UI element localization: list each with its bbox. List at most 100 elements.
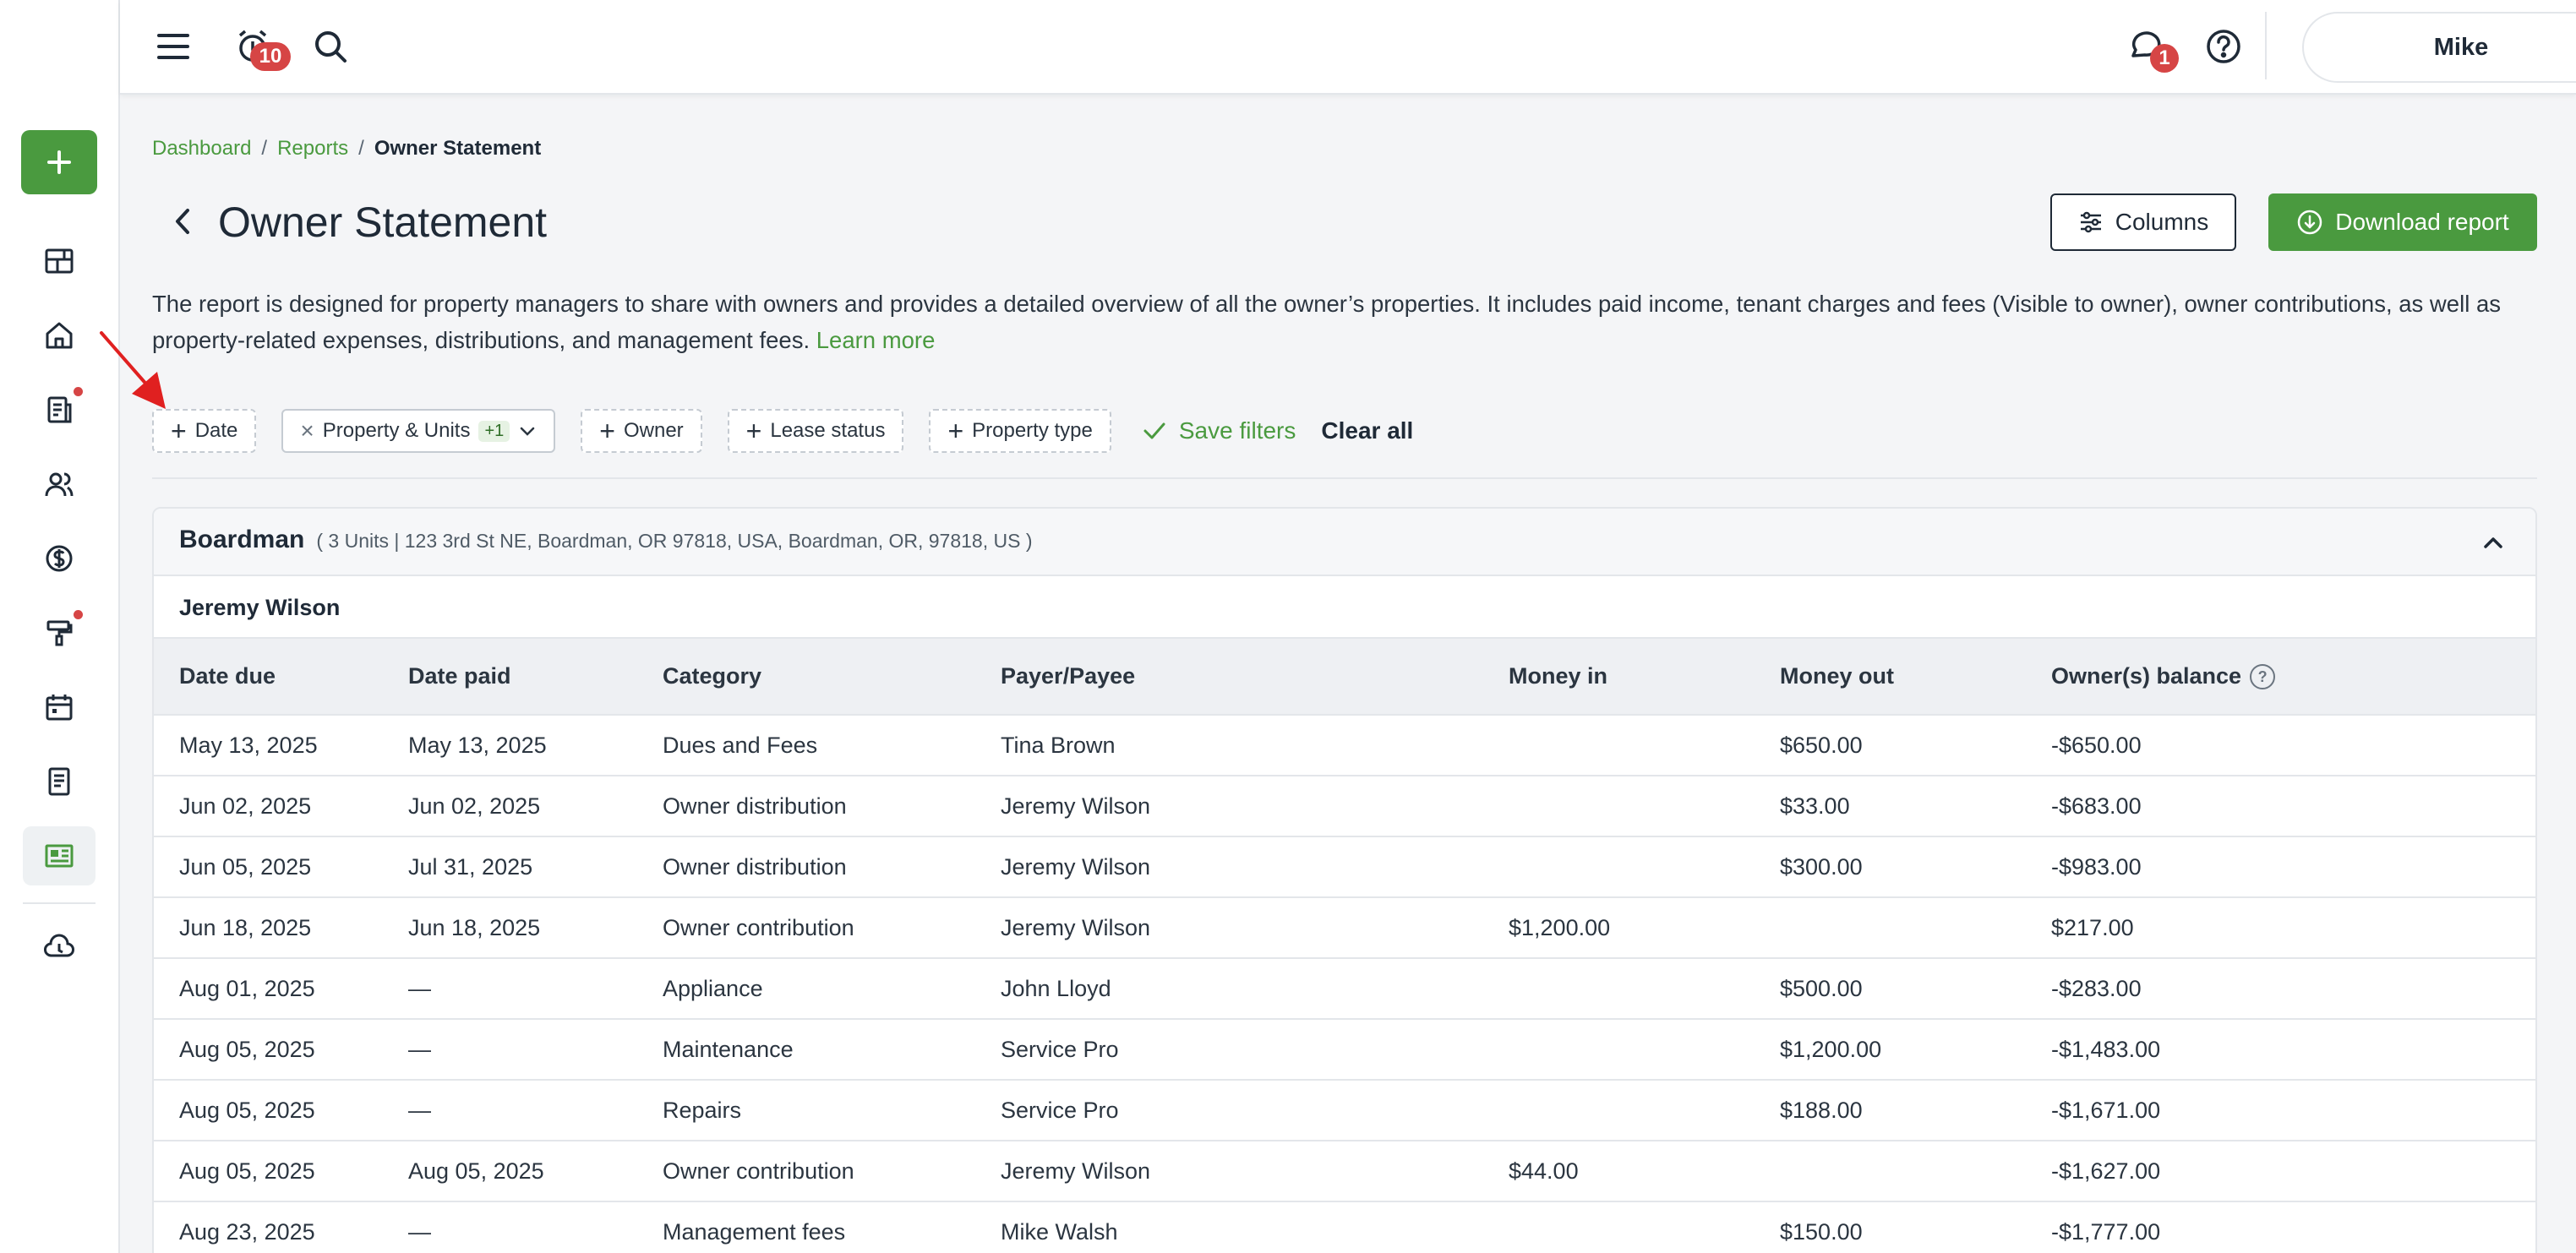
table-cell: -$650.00 [2026, 715, 2535, 776]
filter-property-type[interactable]: + Property type [929, 409, 1111, 453]
close-icon[interactable]: × [300, 417, 314, 444]
table-cell: $1,200.00 [1755, 1019, 2026, 1081]
add-button[interactable] [21, 130, 97, 194]
table-row[interactable]: Aug 05, 2025 Aug 05, 2025 Owner contributi… [154, 1141, 2535, 1202]
property-header[interactable]: Boardman ( 3 Units | 123 3rd St NE, Board… [154, 509, 2535, 576]
sidebar-item-reports[interactable] [23, 826, 96, 885]
sidebar [0, 0, 120, 1253]
filter-lease-status[interactable]: + Lease status [727, 409, 904, 453]
table-cell [1483, 1080, 1755, 1141]
table-cell: Jun 18, 2025 [154, 897, 383, 959]
download-report-button[interactable]: Download report [2268, 193, 2537, 251]
save-filters-button[interactable]: Save filters [1142, 417, 1296, 444]
table-row[interactable]: Jun 05, 2025 Jul 31, 2025 Owner distributi… [154, 836, 2535, 898]
sidebar-item-dashboard[interactable] [23, 232, 96, 291]
column-header[interactable]: Money out [1755, 639, 2026, 716]
property-card: Boardman ( 3 Units | 123 3rd St NE, Board… [152, 507, 2537, 1253]
sidebar-item-people[interactable] [23, 455, 96, 514]
property-title: Boardman ( 3 Units | 123 3rd St NE, Board… [179, 526, 1033, 554]
chevron-down-icon [521, 427, 535, 436]
column-header[interactable]: Date due [154, 639, 383, 716]
column-header[interactable]: Date paid [383, 639, 637, 716]
table-cell: $300.00 [1755, 836, 2026, 898]
menu-button[interactable] [152, 25, 194, 68]
property-name: Boardman [179, 526, 305, 553]
sidebar-item-maintenance[interactable] [23, 603, 96, 662]
filter-property-units[interactable]: × Property & Units +1 [281, 409, 556, 453]
sidebar-item-properties[interactable] [23, 306, 96, 365]
table-cell: $1,200.00 [1483, 897, 1755, 959]
table-cell: Maintenance [637, 1019, 975, 1081]
help-icon[interactable]: ? [2250, 664, 2276, 690]
column-header[interactable]: Category [637, 639, 975, 716]
table-row[interactable]: May 13, 2025 May 13, 2025 Dues and Fees Tin… [154, 715, 2535, 776]
table-cell: Mike Walsh [975, 1201, 1483, 1253]
table-cell: Appliance [637, 958, 975, 1020]
plus-icon: + [171, 416, 187, 446]
help-button[interactable] [2201, 24, 2246, 69]
table-cell: Aug 23, 2025 [154, 1201, 383, 1253]
table-cell: Jeremy Wilson [975, 836, 1483, 898]
back-button[interactable] [166, 203, 199, 240]
notification-dot [74, 610, 83, 619]
cloud-icon [44, 934, 74, 957]
table-cell: Aug 01, 2025 [154, 958, 383, 1020]
columns-label: Columns [2115, 209, 2209, 235]
table-row[interactable]: Aug 01, 2025— Appliance John Lloyd $500.00-… [154, 958, 2535, 1020]
table-cell: Jeremy Wilson [975, 897, 1483, 959]
breadcrumb: Dashboard / Reports / Owner Statement [152, 137, 541, 161]
table-cell: $150.00 [1755, 1201, 2026, 1253]
sidebar-item-calendar[interactable] [23, 678, 96, 737]
table-cell: Aug 05, 2025 [383, 1141, 637, 1202]
alerts-button[interactable]: 10 [230, 24, 291, 71]
breadcrumb-reports[interactable]: Reports [277, 137, 348, 161]
table-cell: -$983.00 [2026, 836, 2535, 898]
user-menu[interactable]: Mike [2302, 12, 2576, 83]
table-cell: Jun 02, 2025 [383, 776, 637, 837]
table-row[interactable]: Jun 18, 2025 Jun 18, 2025 Owner contributi… [154, 897, 2535, 959]
table-row[interactable]: Aug 05, 2025— Maintenance Service Pro $1,20… [154, 1019, 2535, 1081]
hamburger-icon [157, 34, 189, 59]
table-cell: $500.00 [1755, 958, 2026, 1020]
columns-button[interactable]: Columns [2050, 193, 2236, 251]
search-button[interactable] [309, 25, 352, 68]
sidebar-item-accounting[interactable] [23, 529, 96, 588]
collapse-button[interactable] [2476, 526, 2510, 559]
table-cell [1483, 1201, 1755, 1253]
topbar-divider [2265, 12, 2267, 79]
table-row[interactable]: Aug 05, 2025— Repairs Service Pro $188.00 -$… [154, 1080, 2535, 1141]
column-header[interactable]: Money in [1483, 639, 1755, 716]
plus-icon: + [745, 416, 762, 446]
filter-lease-status-label: Lease status [770, 419, 886, 442]
statement-table: Date due Date paid Category Payer/Payee … [154, 639, 2535, 1253]
annotation-arrow-icon [100, 331, 166, 409]
search-icon [315, 31, 347, 63]
breadcrumb-separator: / [358, 137, 364, 160]
table-row[interactable]: Aug 23, 2025— Management fees Mike Walsh $1… [154, 1201, 2535, 1253]
property-meta: ( 3 Units | 123 3rd St NE, Boardman, OR … [316, 530, 1033, 552]
breadcrumb-dashboard[interactable]: Dashboard [152, 137, 251, 161]
table-cell: Aug 05, 2025 [154, 1141, 383, 1202]
sidebar-item-documents[interactable] [23, 752, 96, 811]
learn-more-link[interactable]: Learn more [816, 327, 936, 353]
dashboard-icon [45, 248, 74, 274]
table-cell: Service Pro [975, 1019, 1483, 1081]
owner-row: Jeremy Wilson [154, 576, 2535, 639]
sliders-icon [2080, 211, 2101, 233]
table-row[interactable]: Jun 02, 2025 Jun 02, 2025 Owner distributi… [154, 776, 2535, 837]
clear-all-button[interactable]: Clear all [1321, 417, 1413, 444]
table-cell: Service Pro [975, 1080, 1483, 1141]
filter-date[interactable]: + Date [152, 409, 257, 453]
sidebar-item-cloud[interactable] [23, 918, 96, 977]
table-cell: — [383, 1080, 637, 1141]
filter-owner[interactable]: + Owner [581, 409, 702, 453]
table-cell: Jul 31, 2025 [383, 836, 637, 898]
column-header[interactable]: Payer/Payee [975, 639, 1483, 716]
table-cell [1483, 1019, 1755, 1081]
messages-button[interactable]: 1 [2123, 24, 2179, 73]
sidebar-item-leases[interactable] [23, 380, 96, 439]
messages-count-badge: 1 [2150, 44, 2179, 73]
filter-date-label: Date [194, 419, 238, 442]
report-description: The report is designed for property mana… [152, 286, 2544, 358]
column-header-balance[interactable]: Owner(s) balance? [2026, 639, 2535, 716]
